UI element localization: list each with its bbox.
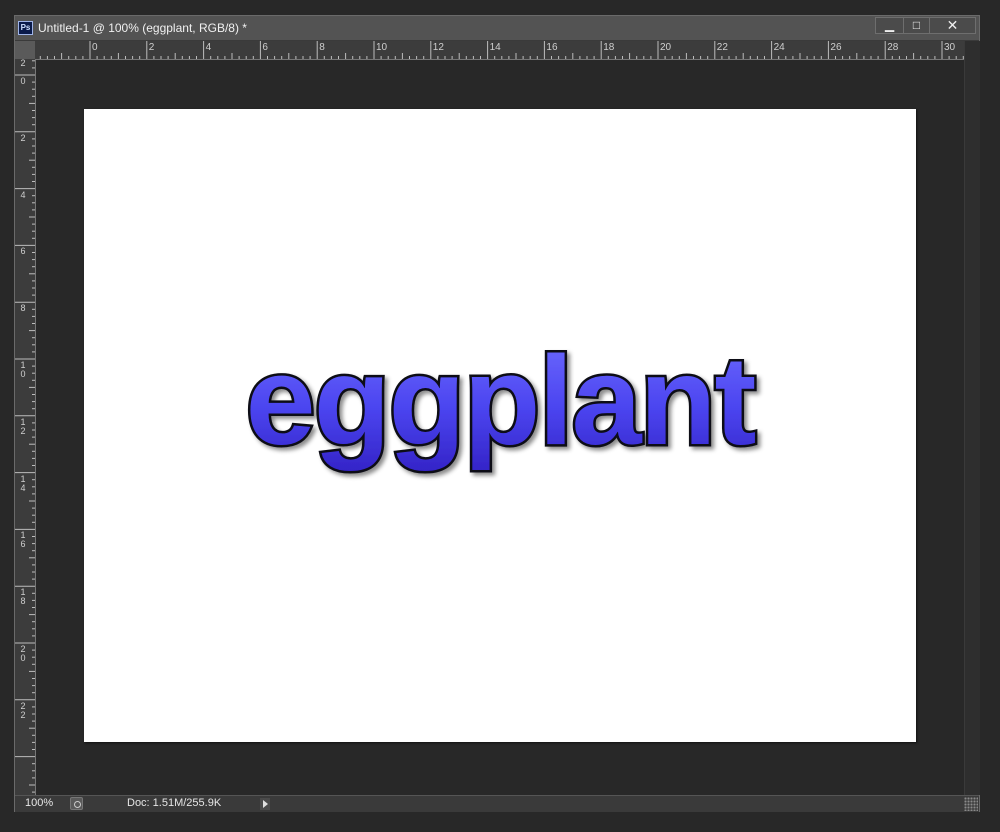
document-window: Ps Untitled-1 @ 100% (eggplant, RGB/8) *… (14, 15, 980, 812)
minimize-button[interactable]: ▁ (875, 17, 904, 34)
ruler-label: 14 (489, 42, 501, 53)
ruler-label: 0 (20, 76, 26, 86)
eggplant-text[interactable]: eggplant (243, 328, 760, 474)
document-title: Untitled-1 @ 100% (eggplant, RGB/8) * (38, 21, 247, 35)
ruler-label: 24 (773, 42, 785, 53)
ruler-label: 4 (205, 42, 212, 53)
maximize-button[interactable]: □ (903, 17, 930, 34)
ruler-label: 10 (20, 360, 26, 379)
ruler-label: 8 (20, 303, 26, 314)
status-info-icon[interactable] (70, 797, 83, 810)
ruler-label: 2 (20, 132, 26, 143)
ruler-label: 6 (262, 42, 268, 53)
ruler-label: 16 (20, 530, 26, 550)
ruler-label: 16 (546, 42, 558, 53)
ruler-label: 8 (319, 42, 325, 53)
status-bar: 100% Doc: 1.51M/255.9K (15, 795, 979, 812)
ruler-label: 6 (20, 246, 26, 257)
ruler-origin[interactable] (15, 41, 35, 59)
ruler-label: 18 (603, 42, 615, 53)
vertical-ruler[interactable]: 20246810121416182022 (15, 59, 36, 795)
ruler-label: 28 (887, 42, 899, 53)
ruler-label: 12 (20, 416, 26, 436)
document-canvas[interactable]: eggplant (84, 109, 916, 742)
ruler-label: 2 (20, 58, 26, 68)
ruler-label: 14 (20, 473, 26, 493)
ruler-label: 30 (944, 42, 956, 53)
status-menu-arrow-icon[interactable] (260, 798, 270, 810)
ruler-label: 20 (20, 644, 26, 663)
horizontal-scrollbar[interactable] (273, 796, 963, 812)
title-bar[interactable]: Ps Untitled-1 @ 100% (eggplant, RGB/8) *… (15, 16, 979, 41)
close-button[interactable]: ✕ (929, 17, 976, 34)
ruler-label: 10 (376, 42, 388, 53)
document-info: Doc: 1.51M/255.9K (127, 797, 222, 809)
ruler-label: 0 (92, 42, 98, 53)
workspace[interactable]: eggplant (36, 60, 964, 795)
ruler-label: 12 (432, 42, 444, 53)
ruler-label: 2 (148, 42, 155, 53)
ruler-label: 22 (716, 42, 728, 53)
ruler-label: 20 (660, 42, 672, 53)
resize-grip-icon[interactable] (964, 797, 978, 811)
zoom-level[interactable]: 100% (25, 797, 53, 809)
ruler-label: 22 (20, 700, 26, 720)
ruler-label: 18 (20, 587, 26, 607)
horizontal-ruler[interactable]: 0 2 4 6 8 10 12 14 16 18 20 22 24 26 28 30 (35, 41, 964, 60)
ruler-label: 26 (830, 42, 842, 53)
canvas-artwork: eggplant (243, 328, 760, 474)
ruler-label: 4 (20, 189, 26, 200)
photoshop-icon: Ps (18, 21, 33, 35)
vertical-scrollbar[interactable] (964, 41, 980, 795)
